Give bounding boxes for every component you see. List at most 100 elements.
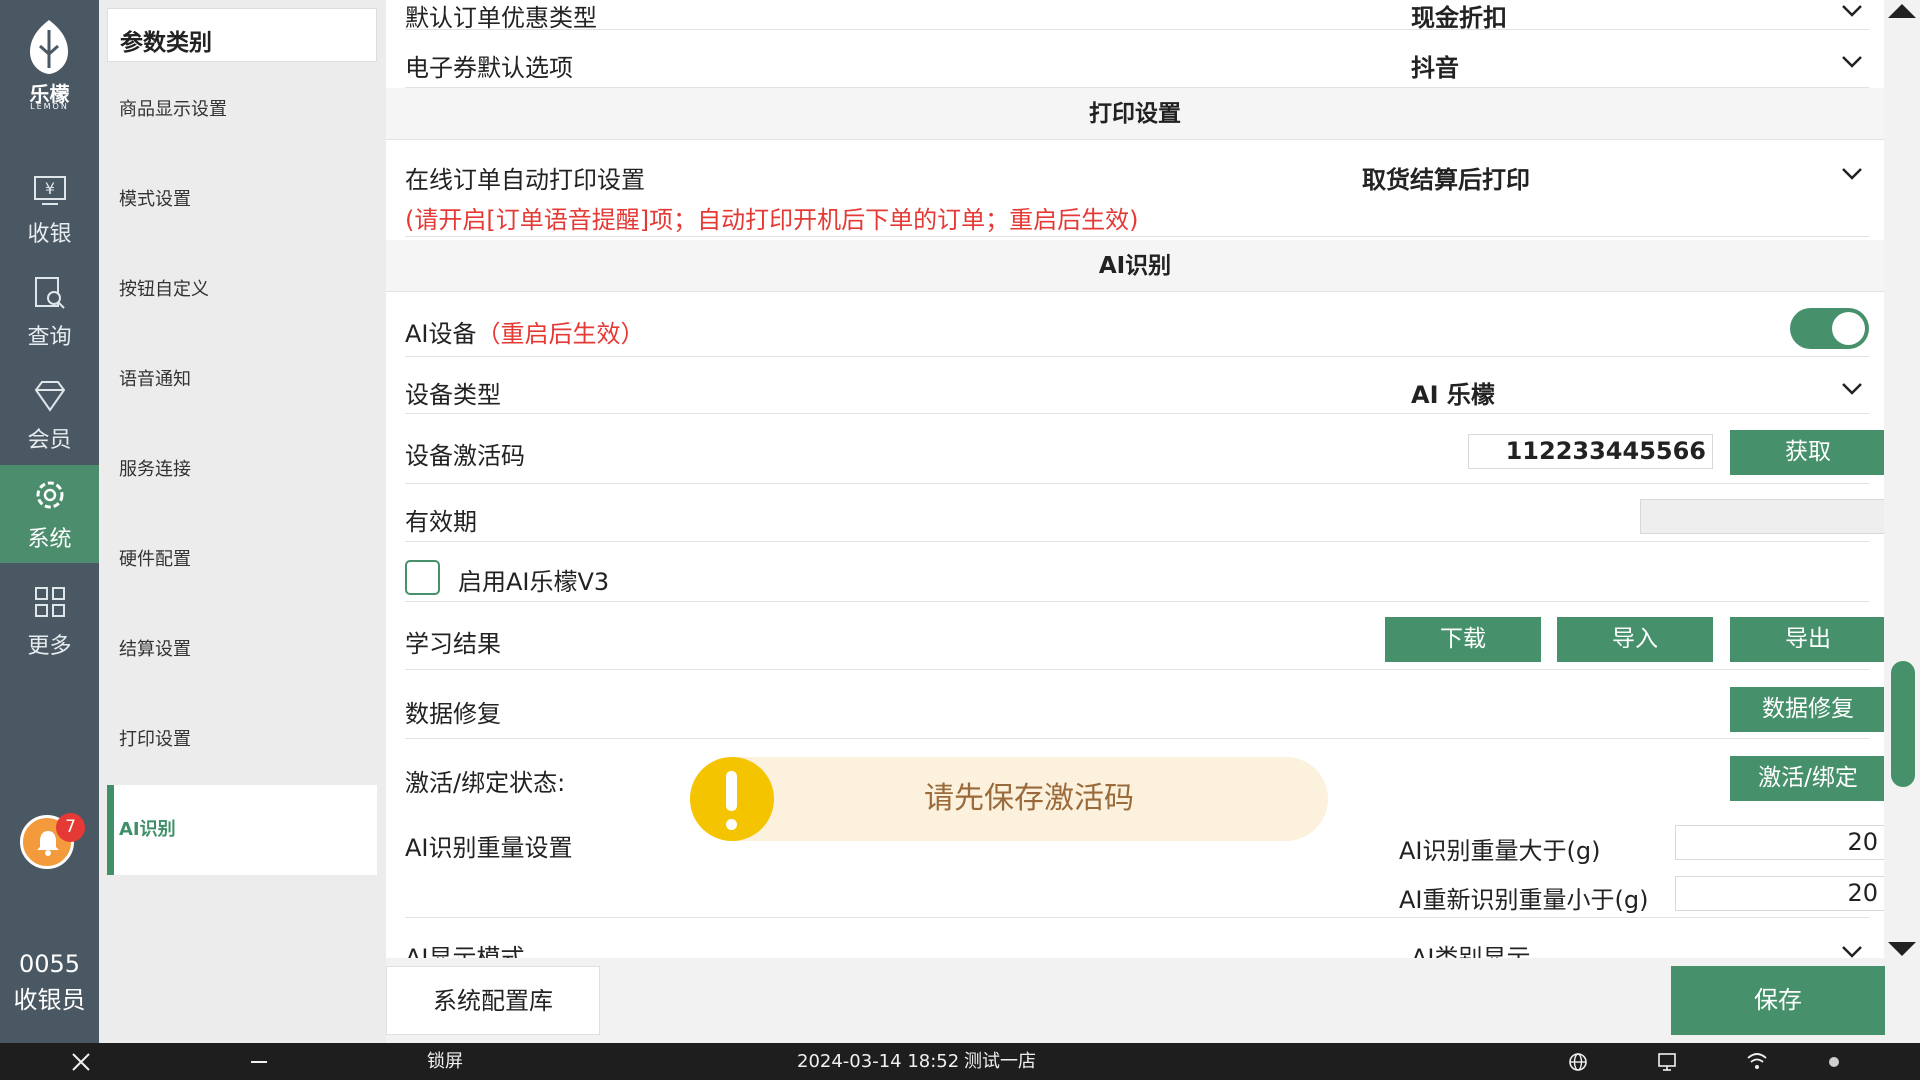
- warning-icon-dot: [726, 819, 737, 830]
- data-repair-button[interactable]: 数据修复: [1730, 687, 1884, 732]
- rail-item-label: 查询: [27, 325, 72, 350]
- export-button[interactable]: 导出: [1730, 617, 1884, 662]
- category-list: 参数类别 商品显示设置 模式设置 按钮自定义 语音通知 服务连接 硬件配置 结算…: [99, 0, 386, 1043]
- category-item[interactable]: 商品显示设置: [107, 65, 377, 155]
- validity-row: 有效期: [405, 484, 1884, 542]
- rail-item-more[interactable]: 更多: [0, 572, 99, 670]
- bind-status-label: 激活/绑定状态:: [405, 769, 566, 797]
- download-button[interactable]: 下载: [1385, 617, 1541, 662]
- category-header: 参数类别: [107, 8, 377, 62]
- weight-gt-input[interactable]: 20: [1675, 825, 1884, 860]
- wifi-icon[interactable]: [1745, 1043, 1769, 1080]
- category-item[interactable]: 服务连接: [107, 425, 377, 515]
- rail-item-label: 会员: [27, 428, 72, 453]
- repair-label: 数据修复: [405, 700, 501, 728]
- ai-device-toggle[interactable]: [1790, 308, 1869, 349]
- chevron-down-icon: [1842, 168, 1862, 180]
- category-item-active[interactable]: AI识别: [107, 785, 377, 875]
- device-type-label: 设备类型: [405, 381, 501, 409]
- order-discount-row[interactable]: 默认订单优惠类型 现金折扣: [405, 0, 1869, 32]
- system-taskbar: 锁屏 2024-03-14 18:52 测试一店: [0, 1043, 1920, 1080]
- user-code: 0055: [18, 950, 81, 978]
- category-item[interactable]: 语音通知: [107, 335, 377, 425]
- warning-icon: [690, 757, 774, 841]
- svg-text:¥: ¥: [45, 179, 55, 198]
- category-item[interactable]: 打印设置: [107, 695, 377, 785]
- chevron-down-icon: [1842, 946, 1862, 958]
- monitor-icon[interactable]: [1656, 1043, 1678, 1080]
- display-mode-label: AI显示模式: [405, 944, 525, 958]
- learning-row: 学习结果 下载 导入 导出: [405, 602, 1884, 670]
- weight-label: AI识别重量设置: [405, 834, 573, 862]
- lock-screen-label[interactable]: 锁屏: [427, 1043, 463, 1080]
- save-button[interactable]: 保存: [1671, 966, 1885, 1035]
- rail-item-query[interactable]: 查询: [0, 263, 99, 361]
- rail-item-label: 系统: [27, 527, 72, 552]
- ai-device-note: （重启后生效）: [476, 320, 645, 348]
- chevron-down-icon: [1842, 56, 1862, 68]
- grid-icon: [35, 587, 65, 617]
- validity-label: 有效期: [405, 508, 477, 536]
- toggle-knob: [1832, 312, 1865, 345]
- toast-text: 请先保存激活码: [924, 781, 1134, 816]
- lemon-logo-icon: [30, 20, 68, 74]
- weight-gt-label: AI识别重量大于(g): [1399, 837, 1601, 865]
- online-print-value: 取货结算后打印: [1362, 166, 1530, 194]
- online-print-label: 在线订单自动打印设置: [405, 166, 645, 194]
- status-dot-icon: [1826, 1043, 1842, 1080]
- rail-item-label: 收银: [27, 222, 72, 247]
- learning-label: 学习结果: [405, 630, 501, 658]
- category-item[interactable]: 按钮自定义: [107, 245, 377, 335]
- display-mode-row[interactable]: AI显示模式 AI类别显示: [405, 918, 1869, 958]
- ecoupon-value: 抖音: [1411, 54, 1459, 82]
- member-icon: [34, 381, 66, 412]
- device-type-row[interactable]: 设备类型 AI 乐檬: [405, 357, 1869, 414]
- warning-icon-bar: [726, 771, 737, 811]
- order-discount-value: 现金折扣: [1411, 4, 1507, 32]
- order-discount-label: 默认订单优惠类型: [405, 4, 597, 32]
- scroll-up-arrow-icon[interactable]: [1888, 4, 1916, 18]
- enable-v3-row[interactable]: 启用AI乐檬V3: [405, 542, 1869, 602]
- enable-v3-checkbox[interactable]: [405, 560, 440, 595]
- print-section-header: 打印设置: [386, 88, 1884, 140]
- online-print-note: (请开启[订单语音提醒]项；自动打印开机后下单的订单；重启后生效): [405, 206, 1139, 234]
- brand-logo: 乐檬 LEMON: [0, 0, 99, 130]
- chevron-down-icon: [1842, 5, 1862, 17]
- scroll-down-arrow-icon[interactable]: [1888, 942, 1916, 956]
- query-icon: [35, 277, 65, 309]
- reweight-lt-input[interactable]: 20: [1675, 876, 1884, 911]
- fetch-button[interactable]: 获取: [1730, 430, 1884, 475]
- globe-icon[interactable]: [1567, 1043, 1589, 1080]
- user-role: 收银员: [13, 986, 86, 1014]
- taskbar-store: 测试一店: [964, 1051, 1036, 1072]
- activation-code-input[interactable]: 112233445566: [1468, 434, 1713, 469]
- device-type-value: AI 乐檬: [1411, 381, 1495, 409]
- rail-item-system[interactable]: 系统: [0, 465, 99, 563]
- chevron-down-icon: [1842, 383, 1862, 395]
- ai-device-label: AI设备（重启后生效）: [405, 314, 645, 349]
- cashier-icon: ¥: [34, 176, 66, 205]
- category-item[interactable]: 模式设置: [107, 155, 377, 245]
- validity-field: [1640, 499, 1884, 534]
- activate-bind-button[interactable]: 激活/绑定: [1730, 756, 1884, 801]
- notification-badge: 7: [56, 813, 85, 842]
- import-button[interactable]: 导入: [1557, 617, 1713, 662]
- rail-item-label: 更多: [27, 634, 72, 659]
- ai-section-header: AI识别: [386, 240, 1884, 292]
- rail-item-member[interactable]: 会员: [0, 366, 99, 464]
- category-item[interactable]: 硬件配置: [107, 515, 377, 605]
- ecoupon-row[interactable]: 电子券默认选项 抖音: [405, 30, 1869, 88]
- scrollbar-thumb[interactable]: [1891, 661, 1915, 787]
- minimize-icon[interactable]: [248, 1043, 270, 1080]
- logo-subtext: LEMON: [30, 102, 69, 111]
- rail-item-cashier[interactable]: ¥ 收银: [0, 160, 99, 258]
- reweight-lt-label: AI重新识别重量小于(g): [1399, 886, 1649, 914]
- system-config-button[interactable]: 系统配置库: [386, 966, 600, 1035]
- settings-icon: [36, 481, 64, 509]
- ai-device-label-text: AI设备: [405, 320, 477, 348]
- category-item[interactable]: 结算设置: [107, 605, 377, 695]
- online-print-row[interactable]: 在线订单自动打印设置 取货结算后打印 (请开启[订单语音提醒]项；自动打印开机后…: [405, 140, 1869, 237]
- close-icon[interactable]: [70, 1043, 92, 1080]
- left-rail: 乐檬 LEMON ¥ 收银 查询 会员 系统 更多 7 0055 收银员: [0, 0, 99, 1043]
- scrollbar-track[interactable]: [1884, 0, 1920, 958]
